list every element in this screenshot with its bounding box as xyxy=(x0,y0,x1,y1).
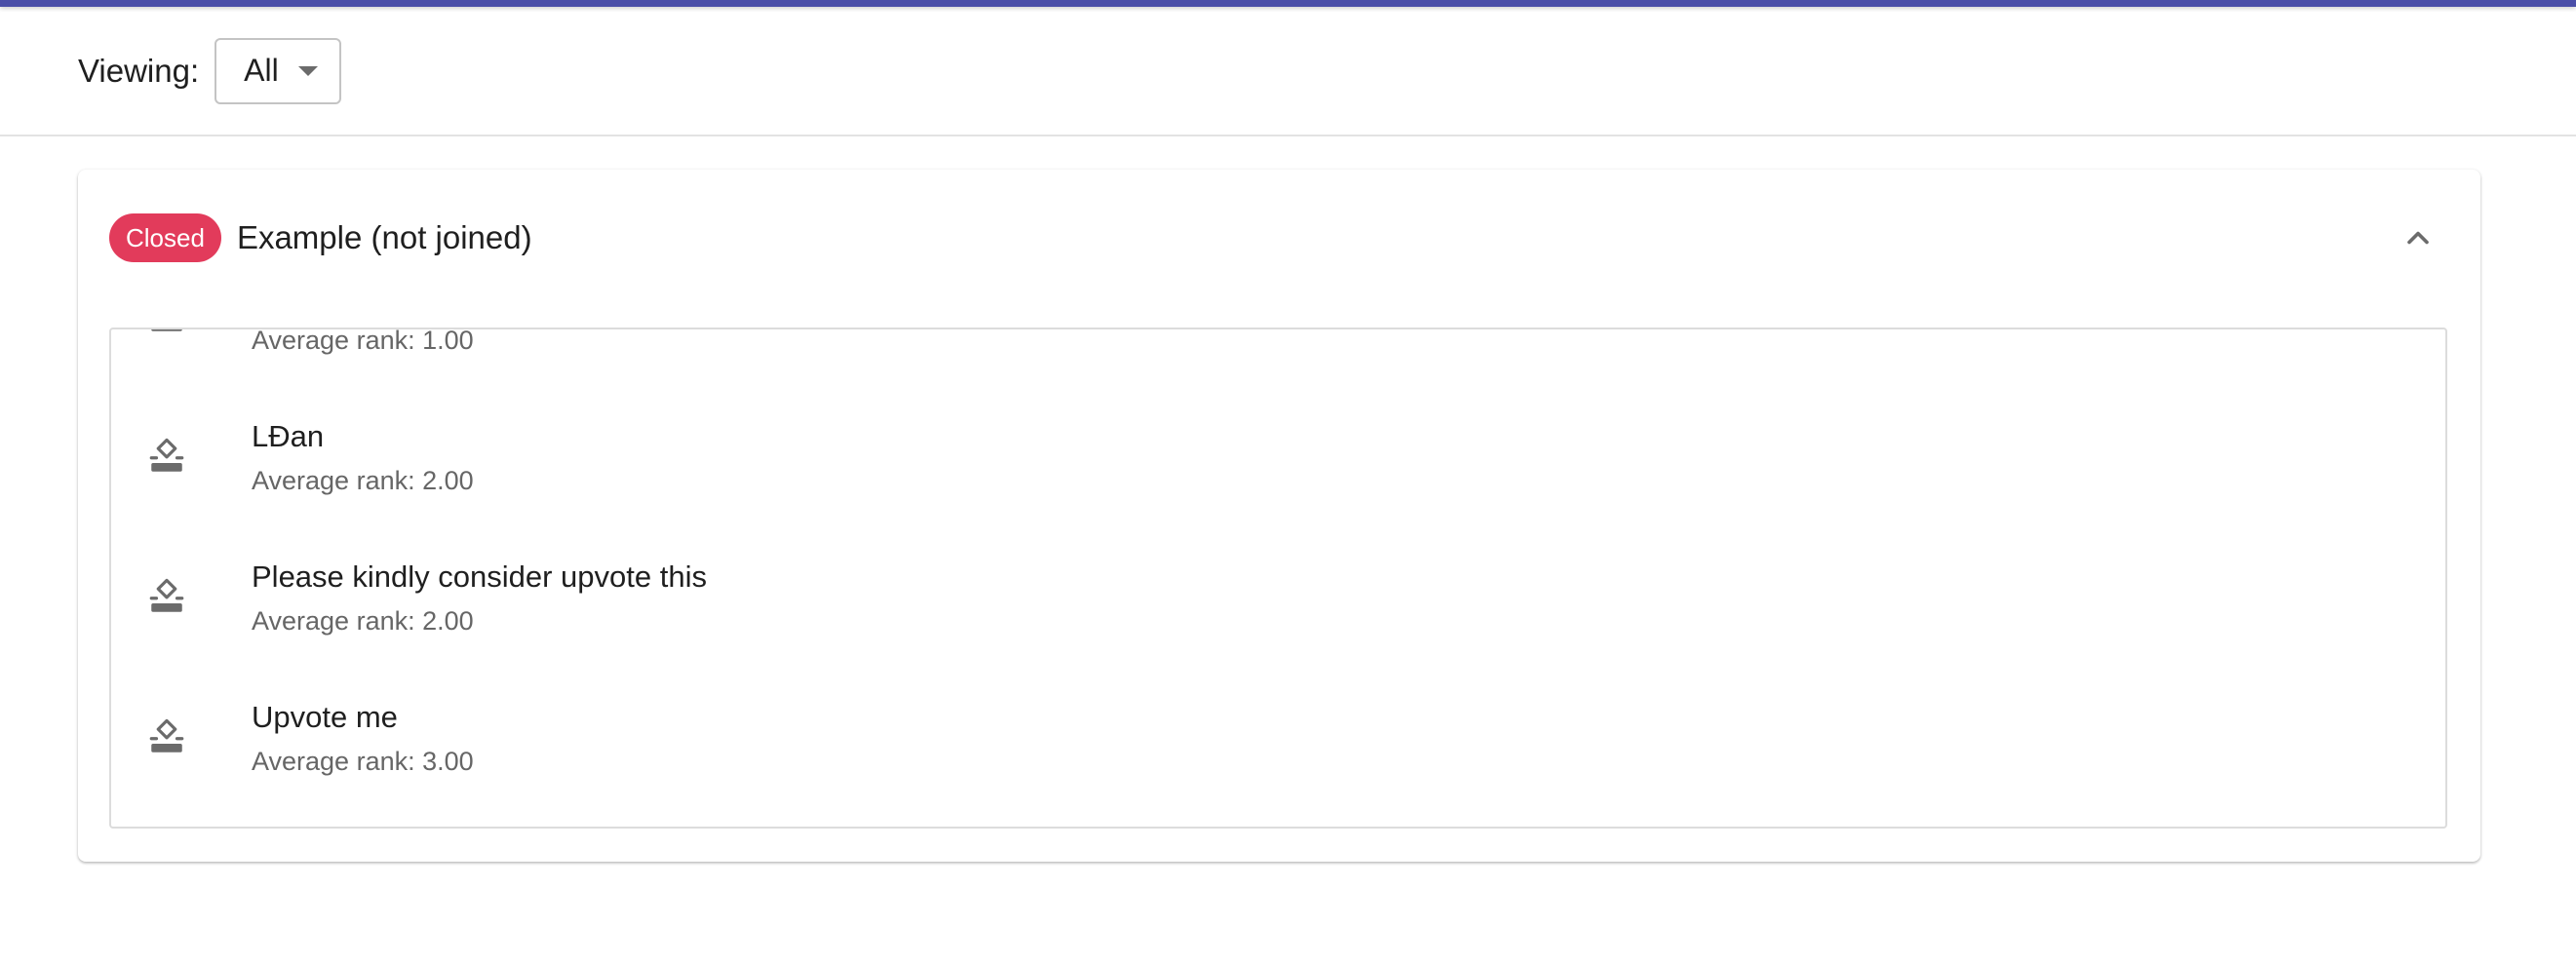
list-item[interactable]: Average rank: 1.00 xyxy=(111,328,2445,386)
option-title: LĐan xyxy=(252,419,325,453)
top-accent-bar xyxy=(0,0,2576,7)
list-item[interactable]: LĐan Average rank: 2.00 xyxy=(111,386,2445,526)
option-title: Upvote me xyxy=(252,700,398,734)
options-list[interactable]: Average rank: 1.00 LĐan Average rank: 2.… xyxy=(109,328,2447,829)
ballot-box-icon xyxy=(149,718,184,753)
option-average-rank: Average rank: 1.00 xyxy=(252,328,474,355)
list-item[interactable]: Please kindly consider upvote this Avera… xyxy=(111,526,2445,667)
list-item[interactable]: Upvote me Average rank: 3.00 xyxy=(111,667,2445,807)
filter-bar: Viewing: All xyxy=(0,7,2576,136)
viewing-select[interactable]: All xyxy=(215,37,342,104)
ballot-box-icon xyxy=(149,578,184,612)
viewing-select-value: All xyxy=(244,53,279,88)
viewing-label: Viewing: xyxy=(78,52,200,89)
option-title: Please kindly consider upvote this xyxy=(252,560,707,594)
chevron-up-icon[interactable] xyxy=(2400,220,2436,255)
poll-card-header[interactable]: Closed Example (not joined) xyxy=(109,209,2449,267)
poll-title: Example (not joined) xyxy=(236,219,532,255)
option-average-rank: Average rank: 2.00 xyxy=(252,466,474,495)
option-average-rank: Average rank: 3.00 xyxy=(252,747,474,776)
caret-down-icon xyxy=(298,65,319,76)
ballot-box-icon xyxy=(149,438,184,472)
status-badge: Closed xyxy=(109,213,221,262)
poll-card: Closed Example (not joined) Average rank… xyxy=(78,170,2480,862)
option-average-rank: Average rank: 2.00 xyxy=(252,606,474,636)
ballot-box-icon xyxy=(151,329,182,331)
